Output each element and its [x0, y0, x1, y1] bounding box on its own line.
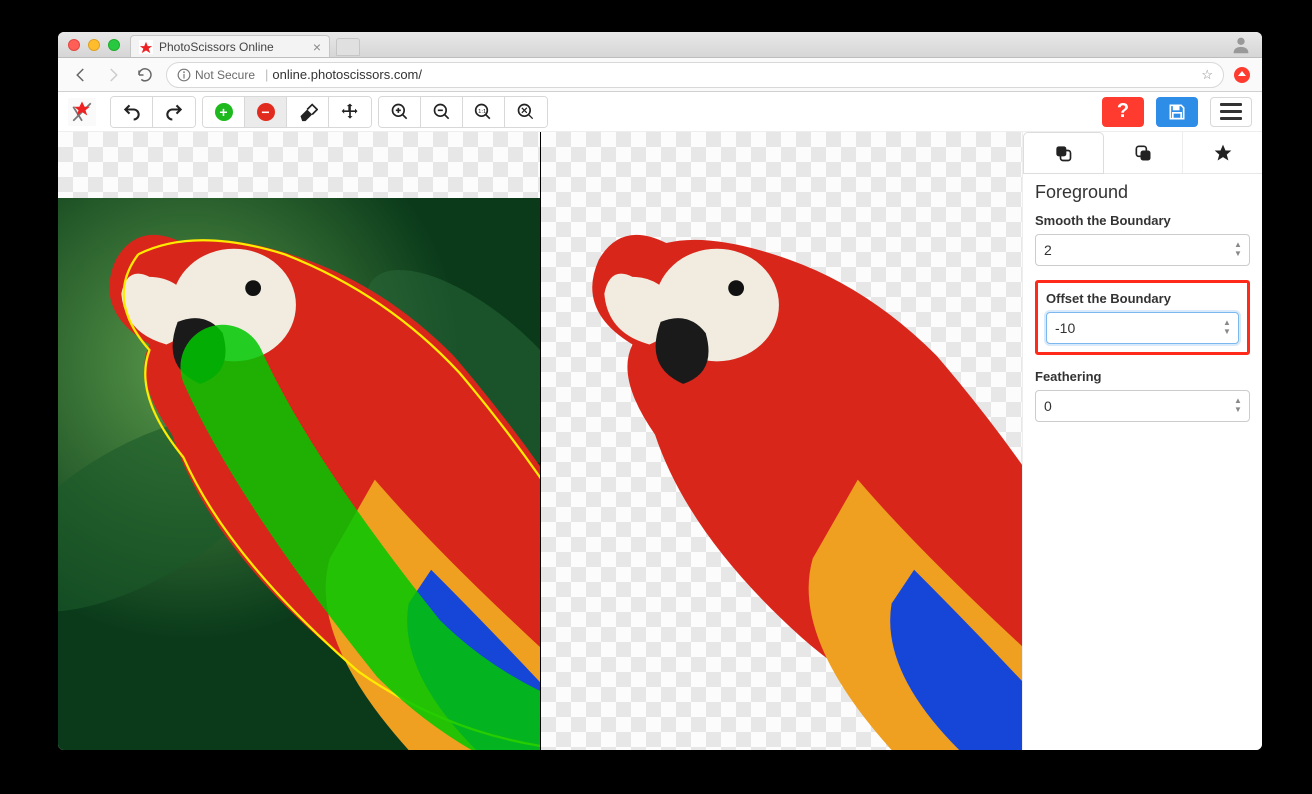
arrow-right-icon — [104, 66, 122, 84]
eraser-icon — [298, 102, 318, 122]
star-icon — [1213, 143, 1233, 163]
tab-title: PhotoScissors Online — [159, 40, 274, 54]
address-bar-row: Not Secure | online.photoscissors.com/ ☆ — [58, 58, 1262, 92]
info-icon — [177, 68, 191, 82]
smooth-input-wrap: ▲▼ — [1035, 234, 1250, 266]
back-button[interactable] — [70, 64, 92, 86]
panel-body: Foreground Smooth the Boundary ▲▼ Offset… — [1023, 174, 1262, 444]
zoom-out-button[interactable] — [421, 97, 463, 127]
question-icon: ? — [1117, 100, 1129, 123]
bookmark-star-icon[interactable]: ☆ — [1201, 67, 1213, 83]
result-canvas[interactable] — [541, 132, 1023, 750]
smooth-label: Smooth the Boundary — [1035, 213, 1250, 228]
history-group — [110, 96, 196, 128]
security-indicator: Not Secure — [177, 68, 255, 82]
feathering-input[interactable] — [1035, 390, 1250, 422]
background-marker-button[interactable]: − — [245, 97, 287, 127]
source-canvas[interactable] — [58, 132, 541, 750]
side-panel: Foreground Smooth the Boundary ▲▼ Offset… — [1022, 132, 1262, 750]
offset-label: Offset the Boundary — [1046, 291, 1239, 306]
arrow-up-icon — [1237, 70, 1247, 80]
offset-highlight: Offset the Boundary ▲▼ — [1035, 280, 1250, 355]
tab-favicon-icon — [139, 40, 153, 54]
zoom-fit-icon — [516, 102, 536, 122]
address-bar[interactable]: Not Secure | online.photoscissors.com/ ☆ — [166, 62, 1224, 88]
browser-window: PhotoScissors Online × Not Secure | onli… — [58, 32, 1262, 750]
redo-icon — [164, 102, 184, 122]
workarea: Foreground Smooth the Boundary ▲▼ Offset… — [58, 132, 1262, 750]
panel-tabs — [1023, 132, 1262, 174]
tab-close-icon[interactable]: × — [313, 39, 321, 55]
parrot-source-illustration — [58, 198, 540, 750]
security-label: Not Secure — [195, 68, 255, 82]
smooth-input[interactable] — [1035, 234, 1250, 266]
panel-tab-favorites[interactable] — [1183, 132, 1262, 173]
panel-tab-foreground[interactable] — [1023, 132, 1104, 174]
undo-icon — [122, 102, 142, 122]
move-icon — [340, 102, 360, 122]
url-text: online.photoscissors.com/ — [272, 67, 422, 82]
stepper-icon[interactable]: ▲▼ — [1234, 240, 1244, 258]
help-button[interactable]: ? — [1102, 97, 1144, 127]
layers-back-icon — [1133, 143, 1153, 163]
redo-button[interactable] — [153, 97, 195, 127]
menu-button[interactable] — [1210, 97, 1252, 127]
zoom-out-icon — [432, 102, 452, 122]
offset-input[interactable] — [1046, 312, 1239, 344]
reload-button[interactable] — [134, 64, 156, 86]
feathering-label: Feathering — [1035, 369, 1250, 384]
forward-button[interactable] — [102, 64, 124, 86]
marker-group: + − — [202, 96, 372, 128]
separator: | — [265, 67, 268, 82]
source-image — [58, 198, 540, 750]
result-image — [541, 198, 1023, 750]
foreground-marker-button[interactable]: + — [203, 97, 245, 127]
app-toolbar: + − 1:1 ? — [58, 92, 1262, 132]
profile-icon[interactable] — [1230, 34, 1252, 56]
canvas-area — [58, 132, 1022, 750]
extension-icon[interactable] — [1234, 67, 1250, 83]
move-button[interactable] — [329, 97, 371, 127]
offset-input-wrap: ▲▼ — [1046, 312, 1239, 344]
plus-icon: + — [215, 103, 233, 121]
stepper-icon[interactable]: ▲▼ — [1234, 396, 1244, 414]
app-logo-icon — [68, 98, 96, 126]
feathering-input-wrap: ▲▼ — [1035, 390, 1250, 422]
window-controls — [68, 39, 120, 51]
minus-icon: − — [257, 103, 275, 121]
hamburger-icon — [1220, 103, 1242, 106]
window-maximize-button[interactable] — [108, 39, 120, 51]
new-tab-button[interactable] — [336, 38, 360, 56]
svg-text:1:1: 1:1 — [478, 108, 486, 114]
parrot-result-illustration — [541, 198, 1023, 750]
save-icon — [1167, 102, 1187, 122]
save-button[interactable] — [1156, 97, 1198, 127]
eraser-button[interactable] — [287, 97, 329, 127]
zoom-11-icon: 1:1 — [473, 102, 495, 122]
zoom-in-icon — [390, 102, 410, 122]
zoom-actual-button[interactable]: 1:1 — [463, 97, 505, 127]
window-minimize-button[interactable] — [88, 39, 100, 51]
zoom-in-button[interactable] — [379, 97, 421, 127]
stepper-icon[interactable]: ▲▼ — [1223, 318, 1233, 336]
browser-tab[interactable]: PhotoScissors Online × — [130, 35, 330, 57]
layers-front-icon — [1053, 143, 1073, 163]
tab-strip: PhotoScissors Online × — [130, 32, 1230, 57]
titlebar: PhotoScissors Online × — [58, 32, 1262, 58]
window-close-button[interactable] — [68, 39, 80, 51]
zoom-group: 1:1 — [378, 96, 548, 128]
arrow-left-icon — [72, 66, 90, 84]
panel-title: Foreground — [1035, 182, 1250, 203]
zoom-fit-button[interactable] — [505, 97, 547, 127]
reload-icon — [136, 66, 154, 84]
undo-button[interactable] — [111, 97, 153, 127]
panel-tab-background[interactable] — [1104, 132, 1184, 173]
